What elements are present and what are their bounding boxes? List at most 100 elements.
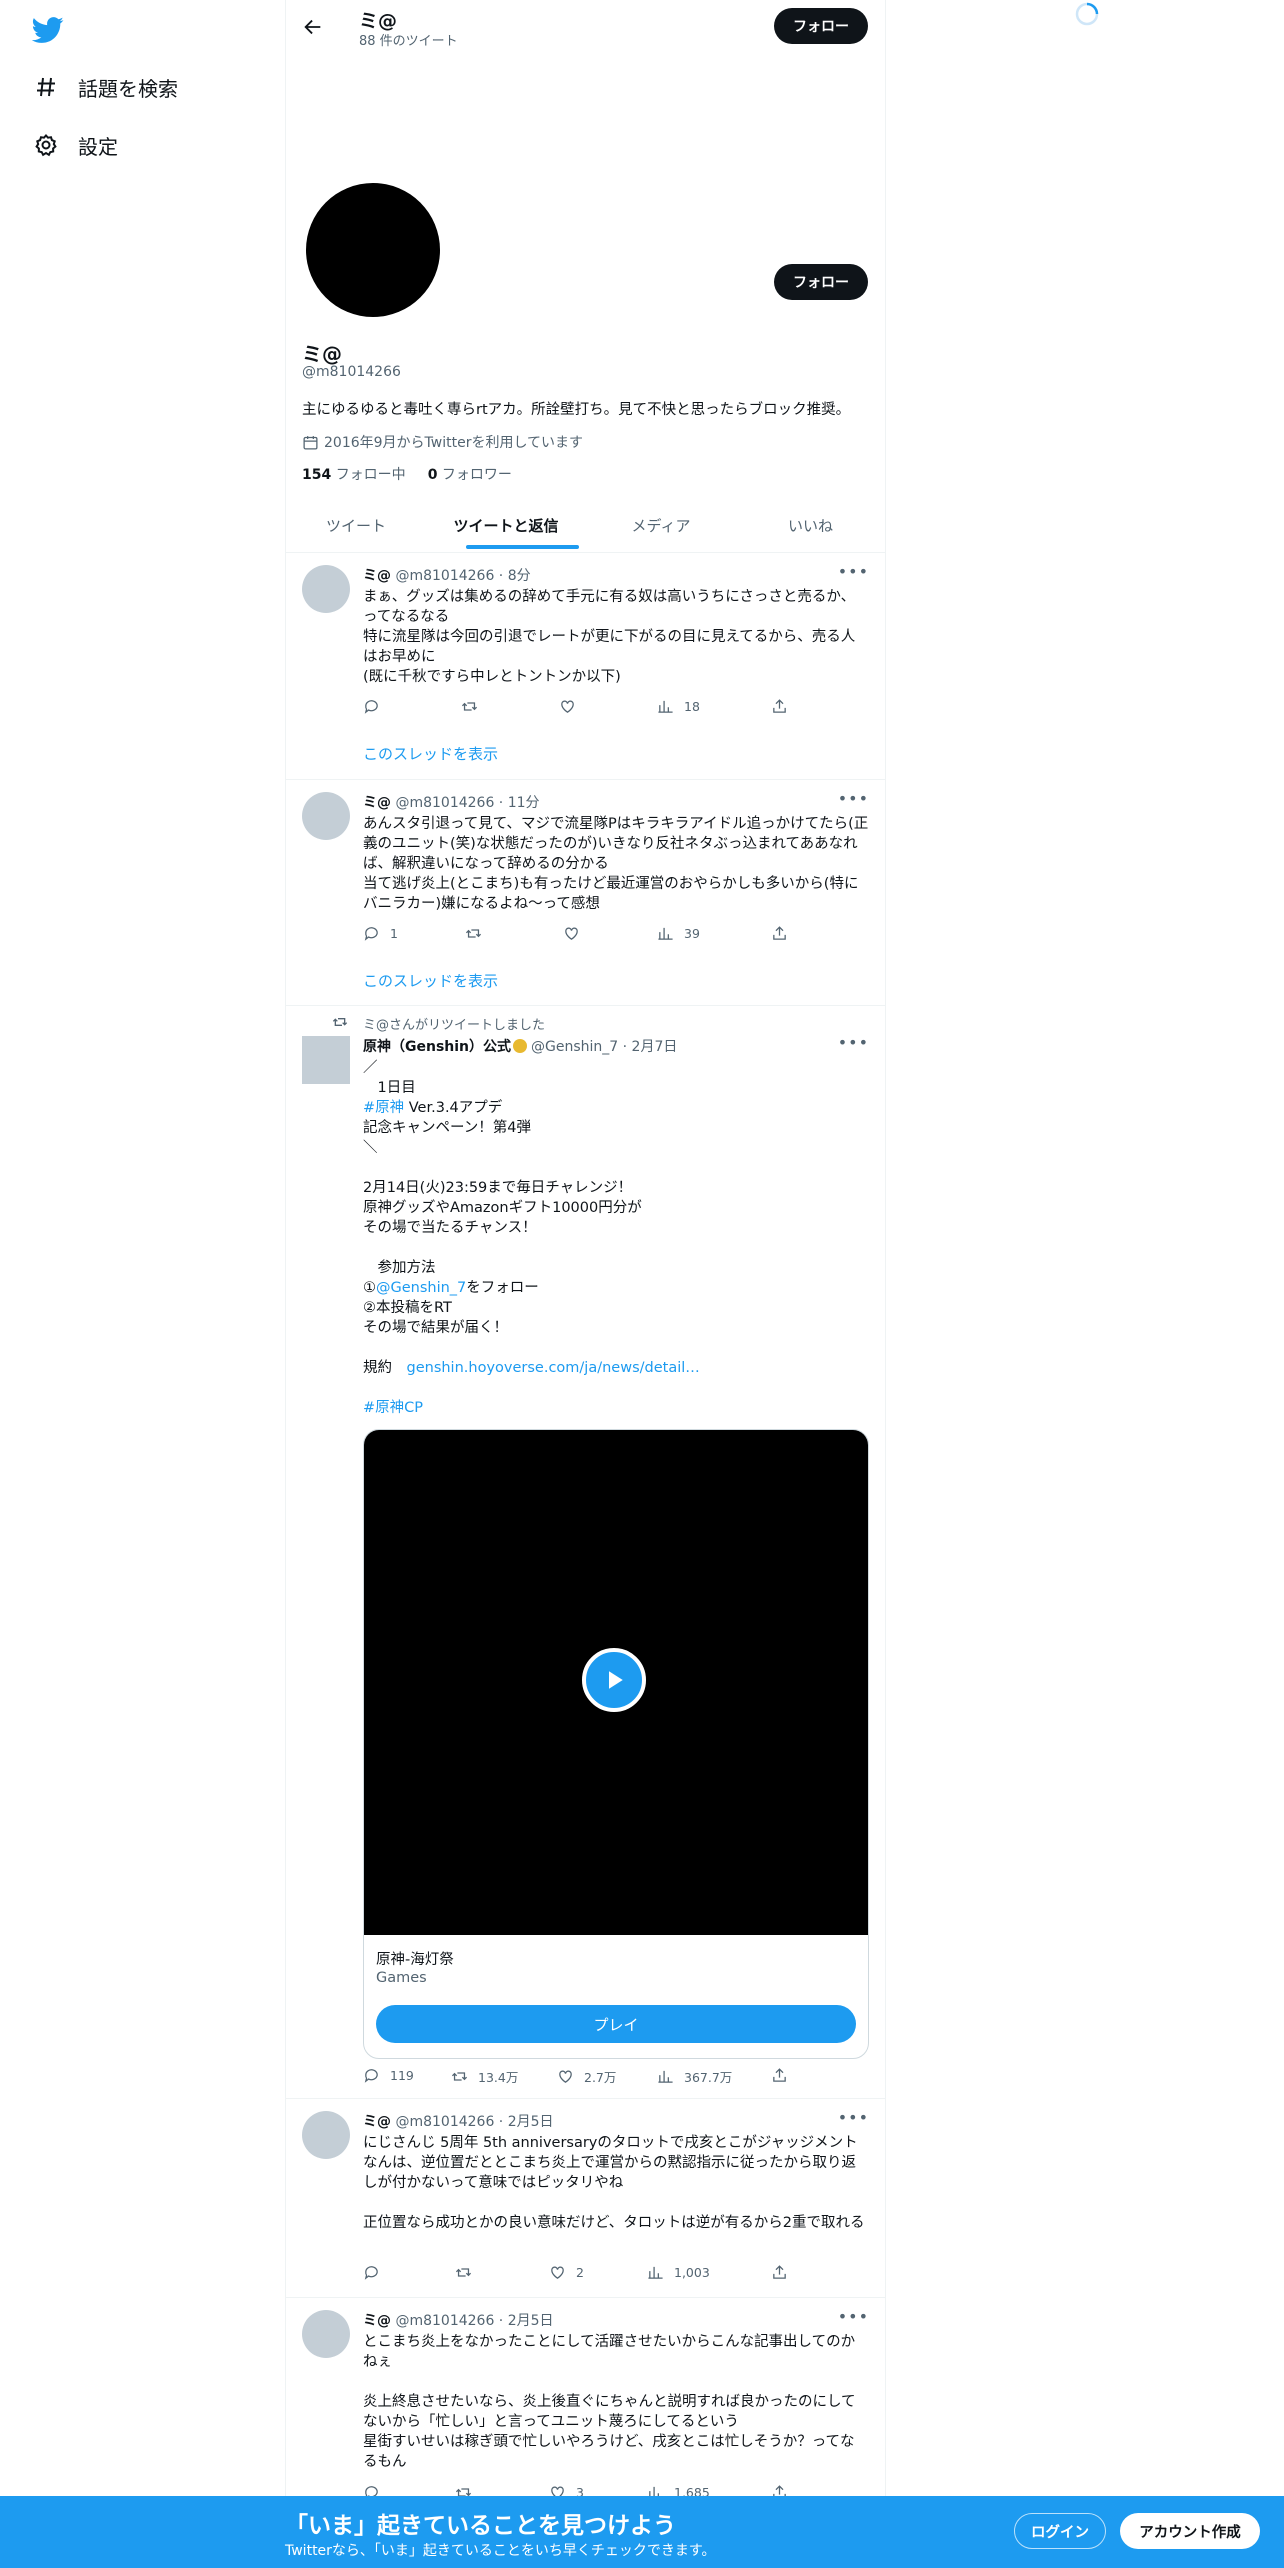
tweet-text: にじさんじ 5周年 5th anniversaryのタロットで戌亥とこがジャッジ…	[363, 2135, 865, 2231]
views-chart-icon	[658, 700, 673, 713]
retweeted-by-label[interactable]: ミ@さんがリツイートしました	[363, 1014, 545, 1033]
tweet-meta: @m81014266 · 2月5日	[395, 2114, 554, 2130]
retweet-icon	[455, 2268, 472, 2277]
tweet-item[interactable]: ミ@ @m81014266 · 8分 ••• まぁ、グッズは集めるの辞めて手元に…	[286, 553, 885, 780]
tab-tweets[interactable]: ツイート	[286, 500, 426, 550]
twitter-logo-icon[interactable]	[31, 14, 64, 46]
tweet-text: まぁ、グッズは集めるの辞めて手元に有る奴は高いうちにさっさと売るか、ってなるなる…	[363, 589, 856, 685]
views-button[interactable]: 18	[657, 698, 700, 715]
play-icon[interactable]	[582, 1648, 646, 1712]
like-button[interactable]: 2.7万	[557, 2067, 616, 2086]
reply-button[interactable]	[363, 698, 390, 715]
tweet-author-name[interactable]: ミ@	[363, 2313, 391, 2329]
retweet-button[interactable]	[465, 925, 492, 942]
like-button[interactable]	[559, 698, 586, 715]
heart-icon	[559, 2070, 572, 2083]
reply-count: 1	[390, 926, 398, 941]
profile-avatar[interactable]	[306, 183, 440, 317]
retweet-button[interactable]: 13.4万	[451, 2067, 518, 2086]
nav-explore[interactable]: 話題を検索	[34, 67, 178, 107]
play-button[interactable]: プレイ	[376, 2005, 856, 2043]
hash-icon	[37, 77, 55, 97]
share-button[interactable]	[771, 925, 798, 942]
like-button[interactable]: 2	[549, 2264, 584, 2281]
following-label: フォロー中	[335, 467, 406, 483]
url-link[interactable]: genshin.hoyoverse.com/ja/news/detail…	[407, 1360, 700, 1376]
reply-button[interactable]: 1	[363, 925, 398, 942]
tweet-author-name[interactable]: ミ@	[363, 568, 391, 584]
following-link[interactable]: 154 フォロー中	[302, 464, 406, 484]
mention-link[interactable]: @Genshin_7	[376, 1280, 466, 1296]
reply-icon	[364, 2266, 378, 2280]
views-count: 39	[684, 926, 700, 941]
views-button[interactable]: 1,003	[647, 2264, 710, 2281]
tweet-avatar[interactable]	[302, 2111, 350, 2159]
share-icon	[773, 2068, 786, 2082]
tweet-author-name[interactable]: ミ@	[363, 2114, 391, 2130]
tweet-actions: 1 39	[363, 925, 813, 947]
views-button[interactable]: 39	[657, 925, 700, 942]
share-button[interactable]	[771, 698, 798, 715]
loading-spinner-icon	[1075, 2, 1099, 26]
views-count: 18	[684, 699, 700, 714]
genshin-avatar[interactable]	[302, 1036, 350, 1084]
views-count: 1,003	[674, 2265, 710, 2280]
retweeted-icon	[332, 1014, 348, 1030]
reply-icon	[364, 700, 378, 714]
hashtag-link[interactable]: #原神CP	[363, 1400, 423, 1416]
more-options-icon[interactable]: •••	[838, 2307, 869, 2326]
views-button[interactable]: 367.7万	[657, 2067, 732, 2086]
tweet-item[interactable]: ミ@ @m81014266 · 11分 ••• あんスタ引退って見て、マジで流星…	[286, 780, 885, 1006]
like-button[interactable]	[563, 925, 590, 942]
share-icon	[773, 926, 786, 940]
tweet-item[interactable]: ミ@ @m81014266 · 2月5日 ••• にじさんじ 5周年 5th a…	[286, 2099, 885, 2298]
reply-icon	[364, 927, 378, 941]
reply-button[interactable]: 119	[363, 2067, 414, 2084]
left-nav: 話題を検索 設定	[0, 0, 285, 2568]
signup-button[interactable]: アカウント作成	[1120, 2513, 1260, 2549]
back-arrow-icon[interactable]	[302, 16, 324, 38]
hashtag-link[interactable]: #原神	[363, 1100, 404, 1116]
more-options-icon[interactable]: •••	[838, 1033, 869, 1052]
tweet-avatar[interactable]	[302, 792, 350, 840]
tweet-avatar[interactable]	[302, 565, 350, 613]
retweet-icon	[451, 2072, 468, 2081]
retweet-button[interactable]	[461, 698, 488, 715]
tweet-author-name[interactable]: ミ@	[363, 795, 391, 811]
video-player[interactable]	[364, 1430, 868, 1935]
following-count: 154	[302, 467, 332, 483]
more-options-icon[interactable]: •••	[838, 562, 869, 581]
views-chart-icon	[658, 2070, 673, 2083]
nav-settings[interactable]: 設定	[34, 125, 118, 165]
more-options-icon[interactable]: •••	[838, 789, 869, 808]
login-button[interactable]: ログイン	[1014, 2513, 1106, 2549]
tab-media[interactable]: メディア	[586, 500, 736, 550]
share-icon	[773, 699, 786, 713]
show-thread-link[interactable]: このスレッドを表示	[363, 743, 498, 764]
show-thread-link[interactable]: このスレッドを表示	[363, 970, 498, 991]
heart-icon	[565, 927, 578, 940]
share-button[interactable]	[771, 2264, 798, 2281]
profile-joined-text: 2016年9月からTwitterを利用しています	[324, 435, 584, 451]
like-count: 2.7万	[584, 2070, 617, 2085]
profile-follow-button[interactable]: フォロー	[774, 264, 868, 300]
more-options-icon[interactable]: •••	[838, 2108, 869, 2127]
tab-tweets-and-replies[interactable]: ツイートと返信	[436, 500, 576, 550]
reply-button[interactable]	[363, 2264, 390, 2281]
profile-stats: 154 フォロー中 0 フォロワー	[302, 464, 512, 484]
tweet-actions: 119 13.4万 2.7万 367.7万	[363, 2067, 813, 2089]
tweet-avatar[interactable]	[302, 2310, 350, 2358]
tweet-author-name[interactable]: 原神（Genshin）公式	[363, 1039, 511, 1055]
nav-settings-label: 設定	[78, 134, 118, 159]
tweet-text: ／ 1日目 #原神 Ver.3.4アプデ 記念キャンペーン！第4弾 ＼ 2月14…	[363, 1060, 700, 1416]
followers-link[interactable]: 0 フォロワー	[428, 464, 512, 484]
header-follow-button[interactable]: フォロー	[774, 8, 868, 44]
retweet-button[interactable]	[455, 2264, 482, 2281]
tab-likes[interactable]: いいね	[736, 500, 885, 550]
retweet-item[interactable]: ミ@さんがリツイートしました 原神（Genshin）公式 @Genshin_7 ·…	[286, 1006, 885, 2099]
tweet-header: 原神（Genshin）公式 @Genshin_7 · 2月7日	[363, 1036, 677, 1056]
nav-explore-label: 話題を検索	[78, 76, 178, 101]
views-count: 367.7万	[684, 2070, 733, 2085]
share-button[interactable]	[771, 2067, 798, 2084]
retweet-icon	[461, 702, 478, 711]
